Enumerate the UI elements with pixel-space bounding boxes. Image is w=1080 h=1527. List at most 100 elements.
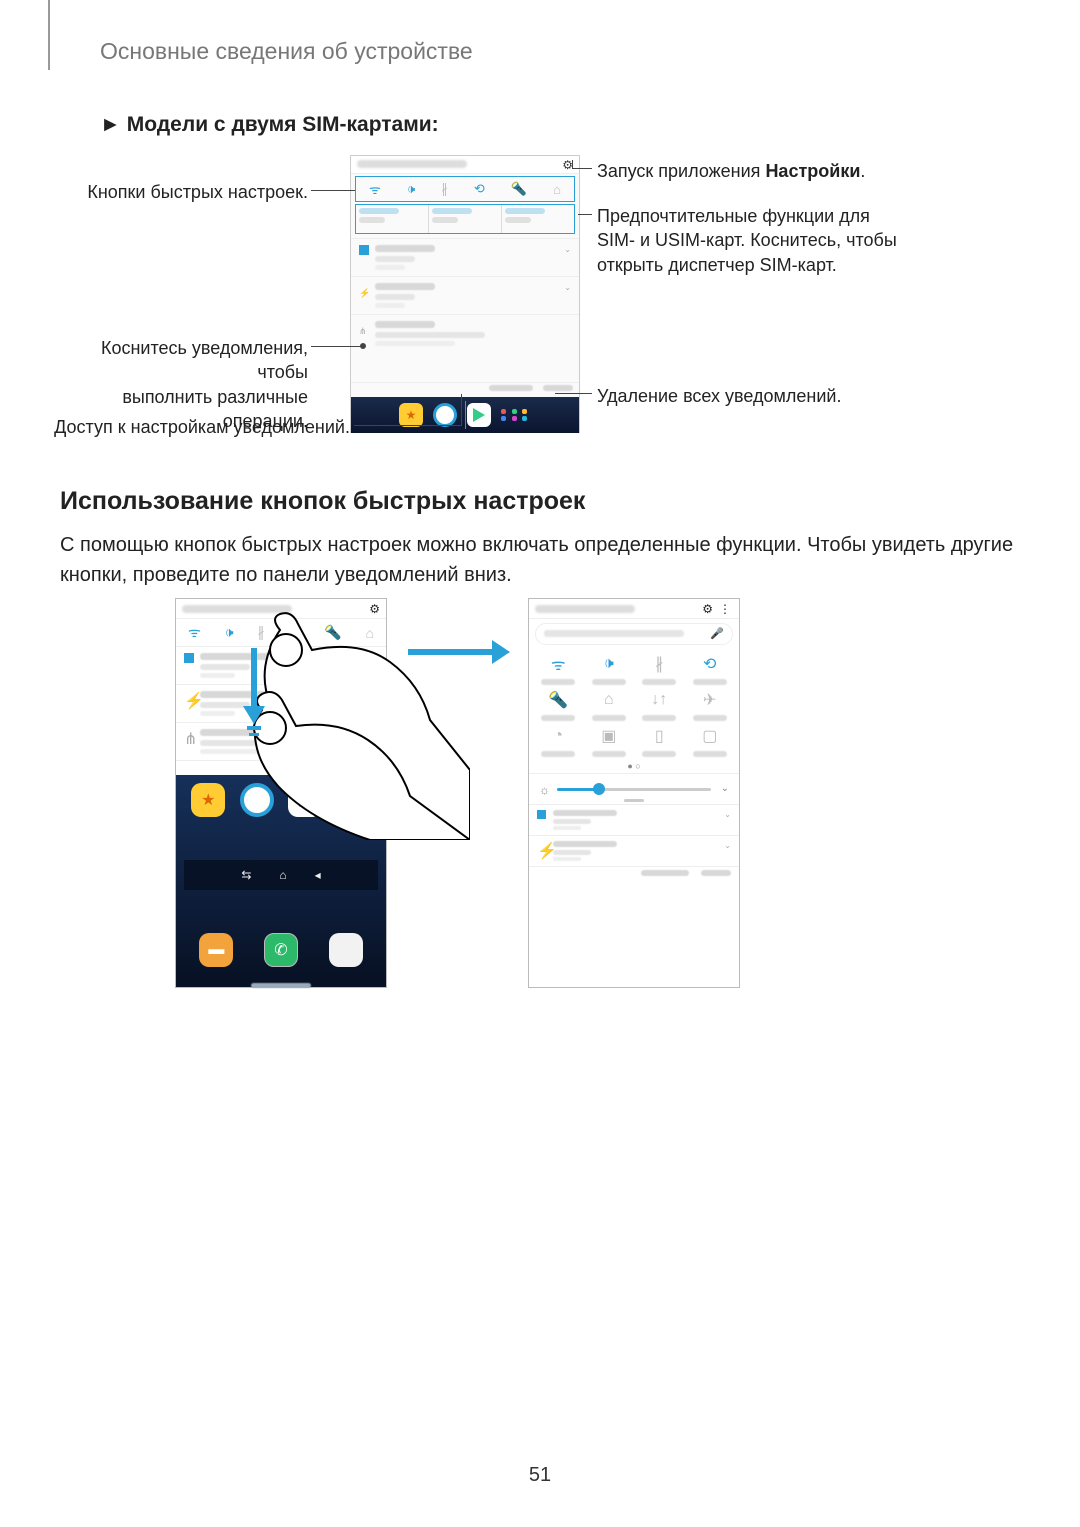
callout-quick-buttons: Кнопки быстрых настроек.	[60, 180, 308, 204]
sim-preference-row	[355, 204, 575, 234]
leader-dot	[360, 343, 366, 349]
app-icon: ▬	[199, 933, 233, 967]
notification-item: ⌄	[351, 238, 579, 276]
callout-line: открыть диспетчер SIM-карт.	[597, 253, 1017, 277]
rotate-icon: ⟲	[474, 181, 485, 197]
leader-line	[461, 394, 462, 425]
notification-panel-diagram: ⚙ ᯤ 🕩 ∦ ⟲ 🔦 ⌂ ⌄ ⌄ ★	[350, 155, 580, 433]
doc-icon: ▯	[645, 725, 673, 747]
callout-clear-notifications: Удаление всех уведомлений.	[597, 384, 977, 408]
callout-notification-settings: Доступ к настройкам уведомлений.	[20, 415, 350, 439]
notification-item: ⌄	[529, 805, 739, 836]
app-icon	[501, 409, 531, 421]
bluetooth-icon: ∦	[441, 181, 448, 197]
notification-item: ⚡	[176, 685, 386, 723]
gear-icon: ⚙	[369, 602, 380, 616]
notification-item	[351, 314, 579, 352]
panel-footer	[176, 761, 386, 775]
leader-line	[354, 425, 462, 426]
flashlight-icon: 🔦	[324, 624, 341, 641]
notification-item: ⋔	[176, 723, 386, 761]
callout-line: Предпочтительные функции для	[597, 204, 1017, 228]
panel-footer	[529, 867, 739, 883]
subheading-dual-sim: ► Модели с двумя SIM-картами:	[100, 113, 439, 137]
notification-item: ⚡⌄	[529, 836, 739, 867]
bluetooth-icon: ∦	[645, 653, 673, 675]
phone-figure-swipe: ⚙ ᯤ 🕩 ∦ ⟲ 🔦 ⌂ ⌄ ⚡ ⋔ ★ ⇆⌂◂	[175, 598, 387, 988]
bluetooth-icon: ∦	[258, 624, 265, 641]
callout-launch-settings: Запуск приложения Настройки.	[597, 159, 977, 183]
rotate-icon: ⟲	[288, 624, 300, 641]
quick-settings-row: ᯤ 🕩 ∦ ⟲ 🔦 ⌂	[176, 619, 386, 647]
swipe-down-arrow-icon	[243, 648, 263, 730]
search-bar: 🎤	[535, 623, 733, 645]
sound-icon: 🕩	[407, 181, 415, 197]
mic-icon: 🎤	[710, 627, 724, 640]
sound-icon: 🕩	[225, 624, 234, 641]
triangle-bullet-icon: ►	[100, 113, 121, 137]
sound-icon: 🕩	[595, 653, 623, 675]
callout-sim-preferences: Предпочтительные функции для SIM- и USIM…	[597, 204, 1017, 277]
leader-line	[572, 160, 573, 169]
home-screen: ★ ⇆⌂◂ ✆ ▬ ◉	[176, 775, 386, 975]
margin-rule	[48, 0, 50, 70]
status-bar: ⚙	[351, 156, 579, 174]
section-heading: Использование кнопок быстрых настроек	[60, 487, 585, 516]
perf-icon: ◔	[544, 725, 572, 747]
app-icon: ★	[399, 403, 423, 427]
callout-text: Запуск приложения	[597, 161, 765, 181]
status-bar: ⚙	[176, 599, 386, 619]
status-blur	[357, 160, 467, 168]
brightness-icon: ☼	[539, 783, 550, 797]
wifi-icon: ᯤ	[369, 180, 381, 198]
subheading-colon: :	[432, 113, 439, 136]
phone-figure-expanded: ⚙ ⋮ 🎤 ᯤ 🕩 ∦ ⟲ 🔦 ⌂ ↓↑ ✈ ◔ ▣ ▯ ▢ ● ○	[528, 598, 740, 988]
brightness-slider: ☼ ⌄	[529, 773, 739, 805]
leader-line	[572, 168, 592, 169]
result-arrow-icon	[408, 640, 516, 666]
dock-separator	[465, 401, 466, 429]
app-icon	[337, 783, 371, 817]
leader-line	[555, 393, 592, 394]
quick-settings-row: ᯤ 🕩 ∦ ⟲ 🔦 ⌂	[355, 176, 575, 202]
dock-row: ★	[351, 397, 579, 433]
leader-line	[311, 190, 355, 191]
flashlight-icon: 🔦	[544, 689, 572, 711]
notification-item: ⌄	[351, 276, 579, 314]
callout-bold: Настройки	[765, 161, 860, 181]
square-icon: ▢	[696, 725, 724, 747]
callout-line: SIM- и USIM-карт. Коснитесь, чтобы	[597, 228, 1017, 252]
pager-dots: ● ○	[529, 761, 739, 773]
data-icon: ↓↑	[645, 689, 673, 711]
lock-icon: ⌂	[553, 182, 561, 197]
app-icon	[329, 933, 363, 967]
bottom-bar	[176, 975, 386, 987]
app-icon: ✆	[264, 933, 298, 967]
page-number: 51	[0, 1464, 1080, 1487]
lock-icon: ⌂	[366, 625, 374, 641]
notification-item: ⌄	[176, 647, 386, 685]
app-icon	[240, 783, 274, 817]
nav-bar: ⇆⌂◂	[184, 860, 378, 890]
airplane-icon: ✈	[696, 689, 724, 711]
wifi-icon: ᯤ	[188, 623, 201, 642]
breadcrumb: Основные сведения об устройстве	[100, 38, 473, 65]
filter-icon: ▣	[595, 725, 623, 747]
callout-text: .	[860, 161, 865, 181]
app-icon: ★	[191, 783, 225, 817]
status-bar: ⚙ ⋮	[529, 599, 739, 619]
chevron-down-icon: ⌄	[721, 783, 729, 794]
app-icon	[288, 783, 322, 817]
overflow-icon: ⋮	[719, 602, 731, 616]
body-paragraph: С помощью кнопок быстрых настроек можно …	[60, 530, 1020, 590]
rotate-icon: ⟲	[696, 653, 724, 675]
gear-icon: ⚙	[702, 602, 713, 616]
app-icon	[467, 403, 491, 427]
flashlight-icon: 🔦	[511, 181, 527, 197]
app-icon	[433, 403, 457, 427]
leader-line	[578, 214, 592, 215]
subheading-text: Модели с двумя SIM-картами	[127, 113, 432, 136]
lock-icon: ⌂	[595, 689, 623, 711]
wifi-icon: ᯤ	[544, 653, 572, 675]
quick-settings-grid: ᯤ 🕩 ∦ ⟲ 🔦 ⌂ ↓↑ ✈ ◔ ▣ ▯ ▢	[529, 649, 739, 761]
